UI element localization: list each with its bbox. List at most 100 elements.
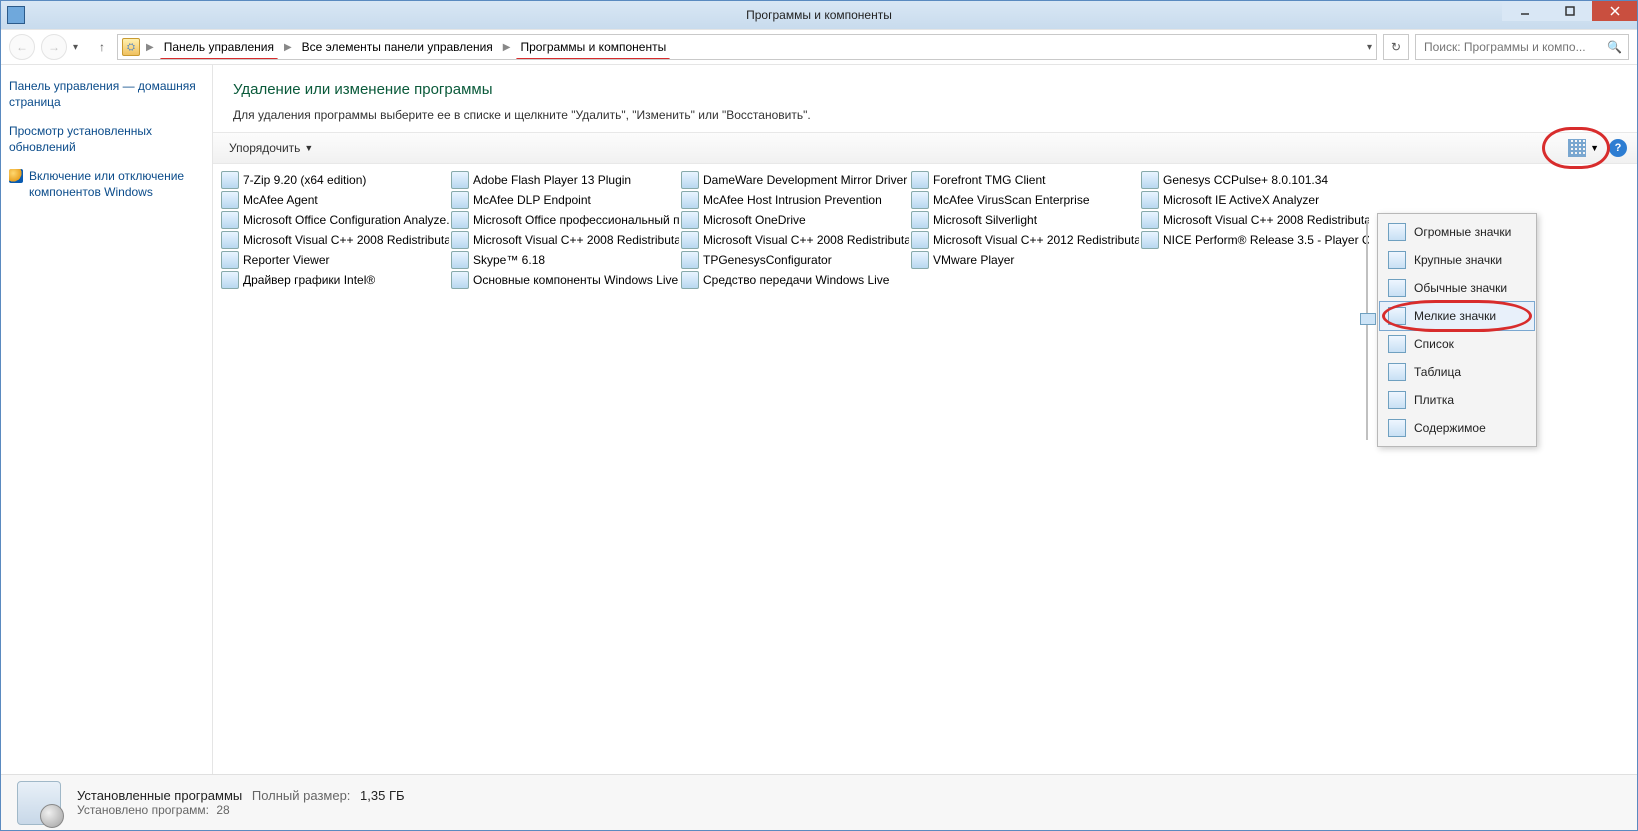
view-menu-item[interactable]: Крупные значки bbox=[1380, 246, 1534, 274]
chevron-down-icon[interactable]: ▾ bbox=[1367, 42, 1372, 53]
program-icon bbox=[451, 171, 469, 189]
program-item[interactable]: Reporter Viewer bbox=[219, 250, 449, 270]
program-item bbox=[1139, 270, 1369, 290]
program-label: Microsoft Visual C++ 2012 Redistributa..… bbox=[933, 233, 1139, 247]
breadcrumb[interactable]: Все элементы панели управления bbox=[298, 38, 497, 56]
organize-button[interactable]: Упорядочить▼ bbox=[223, 139, 319, 157]
status-info: Установленные программы Полный размер: 1… bbox=[77, 788, 405, 817]
view-options-menu: Огромные значки Крупные значки Обычные зна… bbox=[1377, 213, 1537, 447]
forward-button[interactable]: → bbox=[41, 34, 67, 60]
window-controls bbox=[1502, 1, 1637, 21]
program-item[interactable]: Microsoft Office профессиональный п... bbox=[449, 210, 679, 230]
program-item[interactable]: McAfee Host Intrusion Prevention bbox=[679, 190, 909, 210]
program-icon bbox=[451, 251, 469, 269]
view-menu-item[interactable]: Таблица bbox=[1380, 358, 1534, 386]
program-label: NICE Perform® Release 3.5 - Player Co... bbox=[1163, 233, 1369, 247]
program-item[interactable]: Forefront TMG Client bbox=[909, 170, 1139, 190]
up-button[interactable]: ↑ bbox=[93, 38, 111, 56]
sidebar-link-home[interactable]: Панель управления — домашняя страница bbox=[9, 79, 204, 110]
program-icon bbox=[451, 211, 469, 229]
maximize-button[interactable] bbox=[1547, 1, 1592, 21]
program-label: Skype™ 6.18 bbox=[473, 253, 545, 267]
search-box[interactable]: 🔍 bbox=[1415, 34, 1629, 60]
program-item[interactable]: Microsoft Visual C++ 2008 Redistributa..… bbox=[1139, 210, 1369, 230]
program-item[interactable]: Adobe Flash Player 13 Plugin bbox=[449, 170, 679, 190]
program-label: Основные компоненты Windows Live bbox=[473, 273, 678, 287]
program-icon bbox=[681, 271, 699, 289]
help-button[interactable]: ? bbox=[1609, 139, 1627, 157]
program-item[interactable]: 7-Zip 9.20 (x64 edition) bbox=[219, 170, 449, 190]
program-icon bbox=[681, 211, 699, 229]
program-label: Microsoft Visual C++ 2008 Redistributa..… bbox=[1163, 213, 1369, 227]
program-label: Microsoft Silverlight bbox=[933, 213, 1037, 227]
history-dropdown[interactable]: ▾ bbox=[73, 42, 87, 53]
program-icon bbox=[451, 191, 469, 209]
toolbar: Упорядочить▼ ▼ ? bbox=[213, 132, 1637, 164]
program-item[interactable]: Microsoft Silverlight bbox=[909, 210, 1139, 230]
view-menu-icon bbox=[1388, 279, 1406, 297]
program-item[interactable]: TPGenesysConfigurator bbox=[679, 250, 909, 270]
program-item[interactable]: McAfee Agent bbox=[219, 190, 449, 210]
program-icon bbox=[1141, 191, 1159, 209]
program-label: McAfee DLP Endpoint bbox=[473, 193, 591, 207]
view-menu-item[interactable]: Список bbox=[1380, 330, 1534, 358]
program-item[interactable]: Microsoft Visual C++ 2008 Redistributa..… bbox=[449, 230, 679, 250]
window-title: Программы и компоненты bbox=[1, 8, 1637, 22]
view-menu-label: Крупные значки bbox=[1414, 253, 1502, 267]
view-menu-item[interactable]: Огромные значки bbox=[1380, 218, 1534, 246]
program-item[interactable]: DameWare Development Mirror Driver ... bbox=[679, 170, 909, 190]
address-bar[interactable]: ⛭ ▶ Панель управления ▶ Все элементы пан… bbox=[117, 34, 1377, 60]
program-item[interactable]: Microsoft Visual C++ 2008 Redistributa..… bbox=[679, 230, 909, 250]
program-item[interactable]: Microsoft Office Configuration Analyze..… bbox=[219, 210, 449, 230]
program-icon bbox=[681, 171, 699, 189]
view-size-slider[interactable] bbox=[1360, 220, 1374, 440]
breadcrumb[interactable]: Панель управления bbox=[160, 38, 278, 56]
status-bar: Установленные программы Полный размер: 1… bbox=[1, 774, 1637, 830]
program-item[interactable]: Skype™ 6.18 bbox=[449, 250, 679, 270]
view-menu-item[interactable]: Мелкие значки bbox=[1380, 302, 1534, 330]
view-menu-label: Список bbox=[1414, 337, 1454, 351]
view-menu-item[interactable]: Обычные значки bbox=[1380, 274, 1534, 302]
program-item[interactable]: Microsoft OneDrive bbox=[679, 210, 909, 230]
view-menu-item[interactable]: Плитка bbox=[1380, 386, 1534, 414]
program-label: Forefront TMG Client bbox=[933, 173, 1045, 187]
program-item[interactable]: McAfee DLP Endpoint bbox=[449, 190, 679, 210]
sidebar: Панель управления — домашняя страница Пр… bbox=[1, 65, 213, 774]
program-item[interactable]: VMware Player bbox=[909, 250, 1139, 270]
program-label: TPGenesysConfigurator bbox=[703, 253, 832, 267]
program-item[interactable]: Genesys CCPulse+ 8.0.101.34 bbox=[1139, 170, 1369, 190]
program-label: Microsoft Visual C++ 2008 Redistributa..… bbox=[243, 233, 449, 247]
program-label: Драйвер графики Intel® bbox=[243, 273, 375, 287]
chevron-right-icon: ▶ bbox=[280, 42, 296, 53]
search-input[interactable] bbox=[1422, 39, 1601, 55]
program-item[interactable]: Средство передачи Windows Live bbox=[679, 270, 909, 290]
minimize-button[interactable] bbox=[1502, 1, 1547, 21]
view-menu-icon bbox=[1388, 391, 1406, 409]
program-icon bbox=[911, 251, 929, 269]
view-menu-item[interactable]: Содержимое bbox=[1380, 414, 1534, 442]
status-size-label: Полный размер: bbox=[252, 788, 351, 803]
sidebar-link-windows-features[interactable]: Включение или отключение компонентов Win… bbox=[9, 169, 204, 200]
program-item[interactable]: McAfee VirusScan Enterprise bbox=[909, 190, 1139, 210]
status-count-label: Установлено программ: bbox=[77, 803, 209, 817]
back-button[interactable]: ← bbox=[9, 34, 35, 60]
program-item[interactable]: Microsoft Visual C++ 2012 Redistributa..… bbox=[909, 230, 1139, 250]
view-menu-label: Обычные значки bbox=[1414, 281, 1507, 295]
program-label: VMware Player bbox=[933, 253, 1014, 267]
view-menu-icon bbox=[1388, 363, 1406, 381]
refresh-button[interactable]: ↻ bbox=[1383, 34, 1409, 60]
view-slider-thumb[interactable] bbox=[1360, 313, 1376, 325]
view-options-button[interactable]: ▼ bbox=[1564, 137, 1603, 159]
program-icon bbox=[681, 231, 699, 249]
program-item[interactable]: NICE Perform® Release 3.5 - Player Co... bbox=[1139, 230, 1369, 250]
view-menu-icon bbox=[1388, 335, 1406, 353]
program-item[interactable]: Драйвер графики Intel® bbox=[219, 270, 449, 290]
program-icon bbox=[911, 211, 929, 229]
program-item[interactable]: Основные компоненты Windows Live bbox=[449, 270, 679, 290]
sidebar-link-updates[interactable]: Просмотр установленных обновлений bbox=[9, 124, 204, 155]
close-button[interactable] bbox=[1592, 1, 1637, 21]
program-label: Reporter Viewer bbox=[243, 253, 329, 267]
program-item[interactable]: Microsoft Visual C++ 2008 Redistributa..… bbox=[219, 230, 449, 250]
program-item[interactable]: Microsoft IE ActiveX Analyzer bbox=[1139, 190, 1369, 210]
breadcrumb[interactable]: Программы и компоненты bbox=[516, 38, 670, 56]
